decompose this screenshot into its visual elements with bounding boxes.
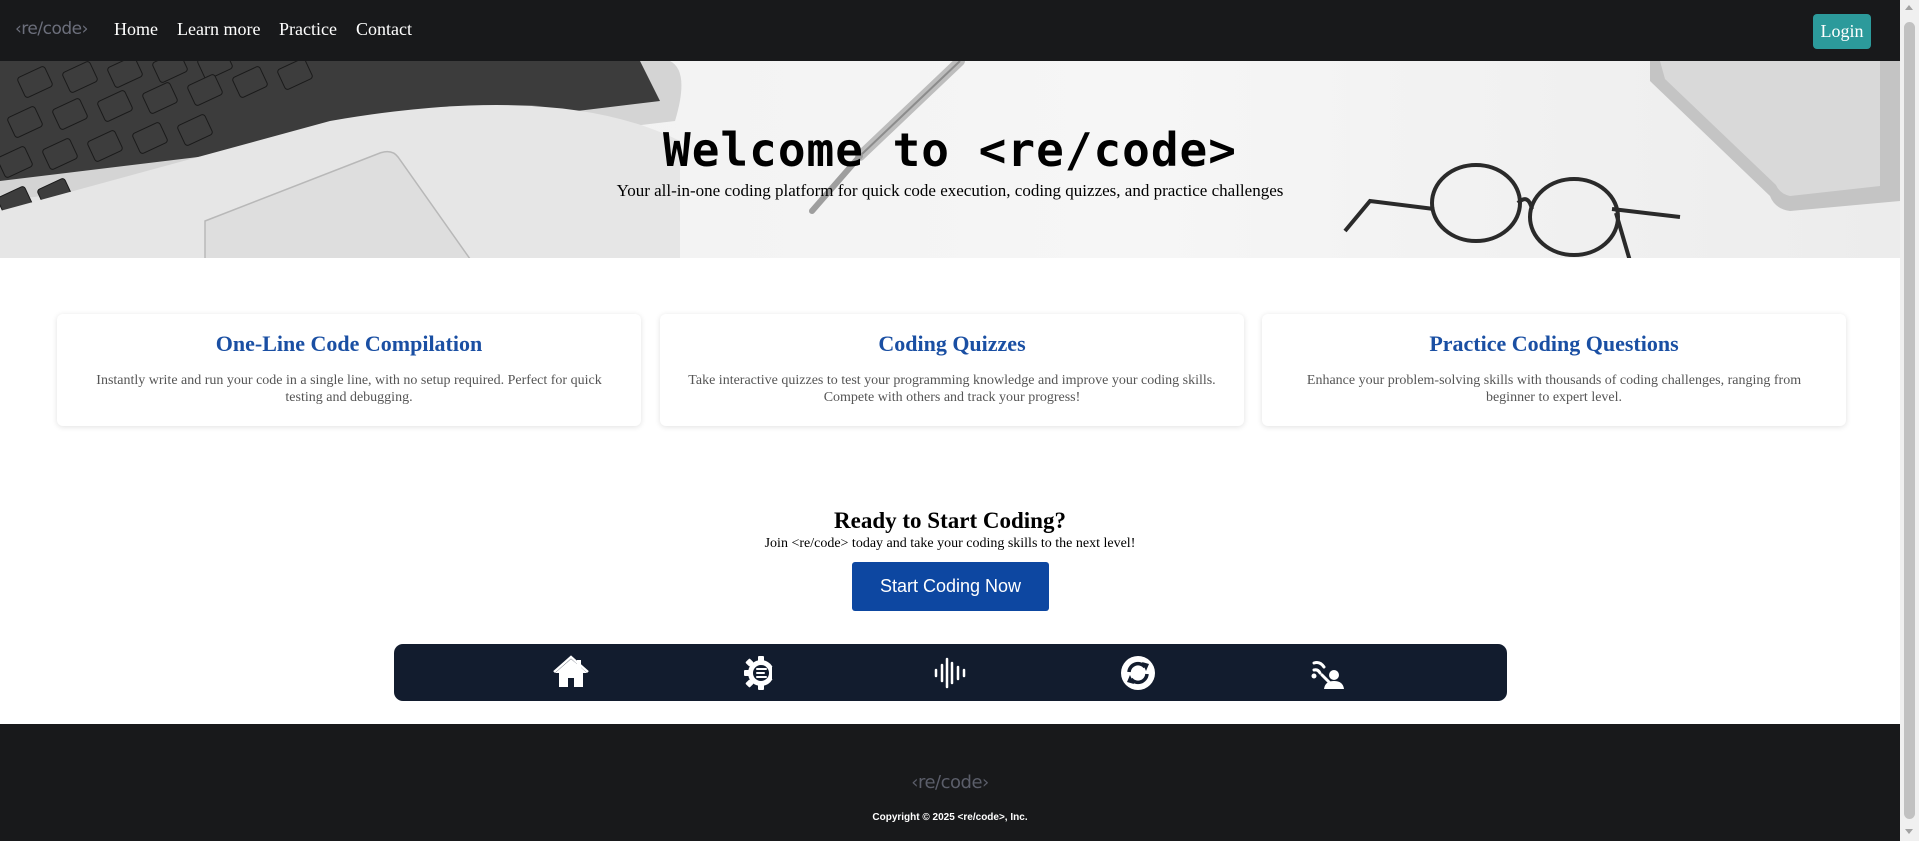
feature-card-description: Instantly write and run your code in a s… (96, 373, 602, 405)
login-button[interactable]: Login (1813, 14, 1871, 49)
feature-card-practice-questions: Practice Coding Questions Enhance your p… (1262, 314, 1846, 426)
scroll-down-arrow-icon[interactable] (1905, 829, 1913, 834)
feature-card-description: Take interactive quizzes to test your pr… (688, 373, 1216, 405)
audio-wave-icon[interactable] (932, 655, 968, 691)
code-gear-icon[interactable] (743, 655, 779, 691)
feature-card-one-line-compilation: One-Line Code Compilation Instantly writ… (57, 314, 641, 426)
top-navbar: ‹re/code› Home Learn more Practice Conta… (0, 0, 1900, 61)
feature-card-title: Coding Quizzes (878, 331, 1026, 356)
footer-copyright: Copyright © 2025 <re/code>, Inc. (872, 812, 1028, 823)
hero-title: Welcome to <re/code> (663, 123, 1237, 177)
start-coding-button[interactable]: Start Coding Now (852, 562, 1049, 611)
nav-link-home[interactable]: Home (114, 19, 158, 40)
home-icon[interactable] (553, 655, 589, 691)
feature-card-description: Enhance your problem-solving skills with… (1306, 373, 1802, 405)
sync-icon[interactable] (1120, 655, 1156, 691)
nav-link-contact[interactable]: Contact (356, 19, 412, 40)
feature-card-title: One-Line Code Compilation (215, 331, 483, 356)
cta-subtitle: Join <re/code> today and take your codin… (764, 536, 1136, 551)
bottom-icon-bar (394, 644, 1507, 701)
page-footer: ‹re/code› Copyright © 2025 <re/code>, In… (0, 724, 1900, 841)
vertical-scrollbar[interactable] (1900, 0, 1919, 841)
scroll-up-arrow-icon[interactable] (1905, 5, 1913, 10)
nav-link-practice[interactable]: Practice (279, 19, 337, 40)
brand-logo[interactable]: ‹re/code› (15, 19, 88, 39)
hero-subtitle: Your all-in-one coding platform for quic… (616, 181, 1284, 200)
footer-brand-logo: ‹re/code› (911, 772, 989, 793)
feature-card-coding-quizzes: Coding Quizzes Take interactive quizzes … (660, 314, 1244, 426)
signal-person-icon[interactable] (1310, 655, 1346, 691)
cta-title: Ready to Start Coding? (834, 508, 1066, 533)
nav-link-learn-more[interactable]: Learn more (177, 19, 260, 40)
feature-card-title: Practice Coding Questions (1429, 331, 1679, 356)
scroll-thumb[interactable] (1904, 22, 1915, 819)
hero-banner: Welcome to <re/code> Your all-in-one cod… (0, 61, 1900, 258)
